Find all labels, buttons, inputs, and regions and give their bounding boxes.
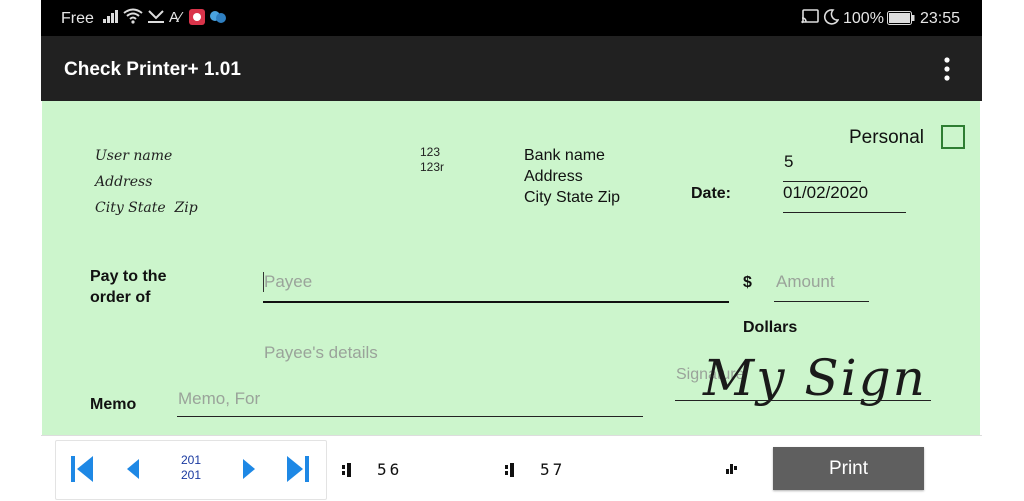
payee-input[interactable]: Payee (263, 268, 729, 303)
last-page-button[interactable] (280, 447, 316, 491)
next-page-button[interactable] (232, 447, 268, 491)
cast-icon (801, 9, 819, 30)
micr-transit-icon (342, 463, 352, 482)
personal-label: Personal (849, 127, 924, 148)
font-size-icon: A⁄ (169, 9, 182, 26)
amount-placeholder: Amount (776, 272, 835, 291)
battery-icon (887, 11, 915, 30)
app-title: Check Printer+ 1.01 (64, 59, 241, 80)
routing-number-top: 123 (420, 145, 441, 159)
payee-underline (263, 301, 729, 303)
user-city-text: City State Zip (95, 200, 198, 216)
date-underline (783, 212, 906, 213)
page-current: 201 (180, 453, 202, 467)
amount-underline (774, 301, 869, 302)
wifi-icon (123, 8, 143, 29)
skip-last-icon (287, 456, 309, 482)
check-form: User name Address City State Zip 123 123… (42, 101, 980, 435)
chevron-right-icon (243, 459, 255, 479)
memo-underline (177, 416, 643, 417)
bank-name-text: Bank name (524, 147, 605, 164)
date-value[interactable]: 01/02/2020 (783, 183, 868, 203)
date-label: Date: (691, 185, 732, 202)
status-bar: Free A⁄ 100% 23:55 (41, 0, 982, 36)
micr-transit-icon-2 (505, 463, 515, 482)
clock: 23:55 (920, 10, 961, 27)
moon-icon (823, 9, 840, 30)
carrier-label: Free (61, 10, 94, 27)
signature-text: My Sign (703, 349, 927, 407)
app-notification-icon (189, 9, 205, 30)
check-number[interactable]: 5 (784, 152, 793, 172)
print-button[interactable]: Print (773, 447, 924, 490)
payee-details-input[interactable]: Payee's details (264, 343, 378, 363)
device-screen: Free A⁄ 100% 23:55 Check Printer+ 1.01 U… (41, 0, 982, 501)
micr-routing-number: 56 (377, 460, 403, 479)
page-indicator: 201 201 (176, 453, 206, 483)
signature-field[interactable]: Signature My Sign (675, 349, 931, 433)
pay-to-label-line1: Pay to the (90, 268, 167, 285)
personal-checkbox[interactable] (941, 125, 965, 149)
bank-city-text: City State Zip (524, 189, 621, 206)
signature-underline (675, 400, 931, 401)
signal-icon (103, 9, 119, 28)
skip-first-icon (71, 456, 93, 482)
more-vert-icon[interactable] (937, 54, 957, 84)
memo-input[interactable]: Memo, For (177, 385, 643, 419)
amount-input[interactable]: Amount (774, 268, 869, 302)
dollars-label: Dollars (743, 319, 798, 336)
page-navigator: 201 201 (55, 440, 327, 500)
previous-page-button[interactable] (114, 447, 150, 491)
memo-placeholder: Memo, For (178, 389, 261, 408)
chevron-left-icon (127, 459, 139, 479)
routing-number-bottom: 123r (420, 160, 445, 174)
app-bar: Check Printer+ 1.01 (41, 36, 982, 101)
check-number-underline (783, 181, 861, 182)
bottom-toolbar: 201 201 56 57 Print (41, 435, 982, 501)
dollar-sign: $ (743, 274, 752, 291)
bank-address-text: Address (524, 168, 583, 185)
battery-percent: 100% (843, 10, 884, 27)
pay-to-label-line2: order of (90, 289, 151, 306)
micr-account-number: 57 (540, 460, 566, 479)
missed-call-icon (147, 8, 165, 29)
user-name-text: User name (95, 148, 173, 164)
page-total: 201 (180, 468, 202, 482)
chat-notification-icon (209, 9, 227, 30)
user-address-text: Address (95, 174, 153, 190)
first-page-button[interactable] (64, 447, 100, 491)
micr-on-us-icon (726, 463, 738, 481)
payee-placeholder: Payee (264, 272, 313, 291)
memo-label: Memo (90, 396, 137, 413)
